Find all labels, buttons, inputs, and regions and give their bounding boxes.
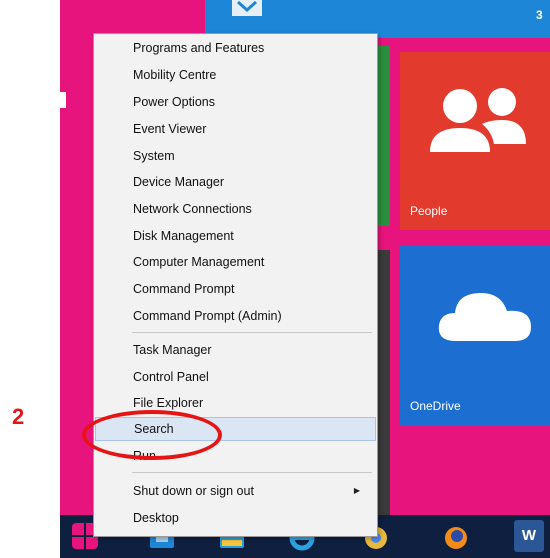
menu-item-command-prompt-admin[interactable]: Command Prompt (Admin) [95,304,376,328]
tile-onedrive[interactable]: OneDrive [400,245,550,425]
menu-item-network-connections[interactable]: Network Connections [95,197,376,221]
menu-item-programs-features[interactable]: Programs and Features [95,36,376,60]
menu-item-control-panel[interactable]: Control Panel [95,365,376,389]
menu-item-system[interactable]: System [95,144,376,168]
annotation-ellipse [82,410,222,460]
menu-item-device-manager[interactable]: Device Manager [95,170,376,194]
menu-item-shut-down-label: Shut down or sign out [133,484,254,498]
step-number: 2 [12,404,25,429]
submenu-arrow-icon: ▶ [353,486,360,495]
menu-item-disk-management[interactable]: Disk Management [95,224,376,248]
mail-icon [232,0,262,16]
menu-item-task-manager[interactable]: Task Manager [95,338,376,362]
cloud-icon [438,293,531,341]
menu-item-event-viewer[interactable]: Event Viewer [95,117,376,141]
menu-item-computer-management[interactable]: Computer Management [95,250,376,274]
tile-edge-green [378,46,390,226]
desktop-mark [58,92,66,108]
tile-edge-dark [378,250,390,515]
menu-item-shut-down[interactable]: Shut down or sign out ▶ [95,479,376,503]
topbar-text: 3 [536,8,543,22]
firefox-icon[interactable] [440,520,472,552]
menu-item-desktop[interactable]: Desktop [95,506,376,530]
people-icon [430,88,526,152]
tile-people-label: People [410,204,448,218]
menu-item-mobility-centre[interactable]: Mobility Centre [95,63,376,87]
tile-onedrive-label: OneDrive [410,399,461,413]
tile-people[interactable]: People [400,52,550,230]
menu-item-command-prompt[interactable]: Command Prompt [95,277,376,301]
menu-separator [132,472,372,473]
power-user-menu: Programs and Features Mobility Centre Po… [93,33,378,537]
menu-item-power-options[interactable]: Power Options [95,90,376,114]
menu-separator [132,332,372,333]
word-icon[interactable]: W [514,520,544,552]
